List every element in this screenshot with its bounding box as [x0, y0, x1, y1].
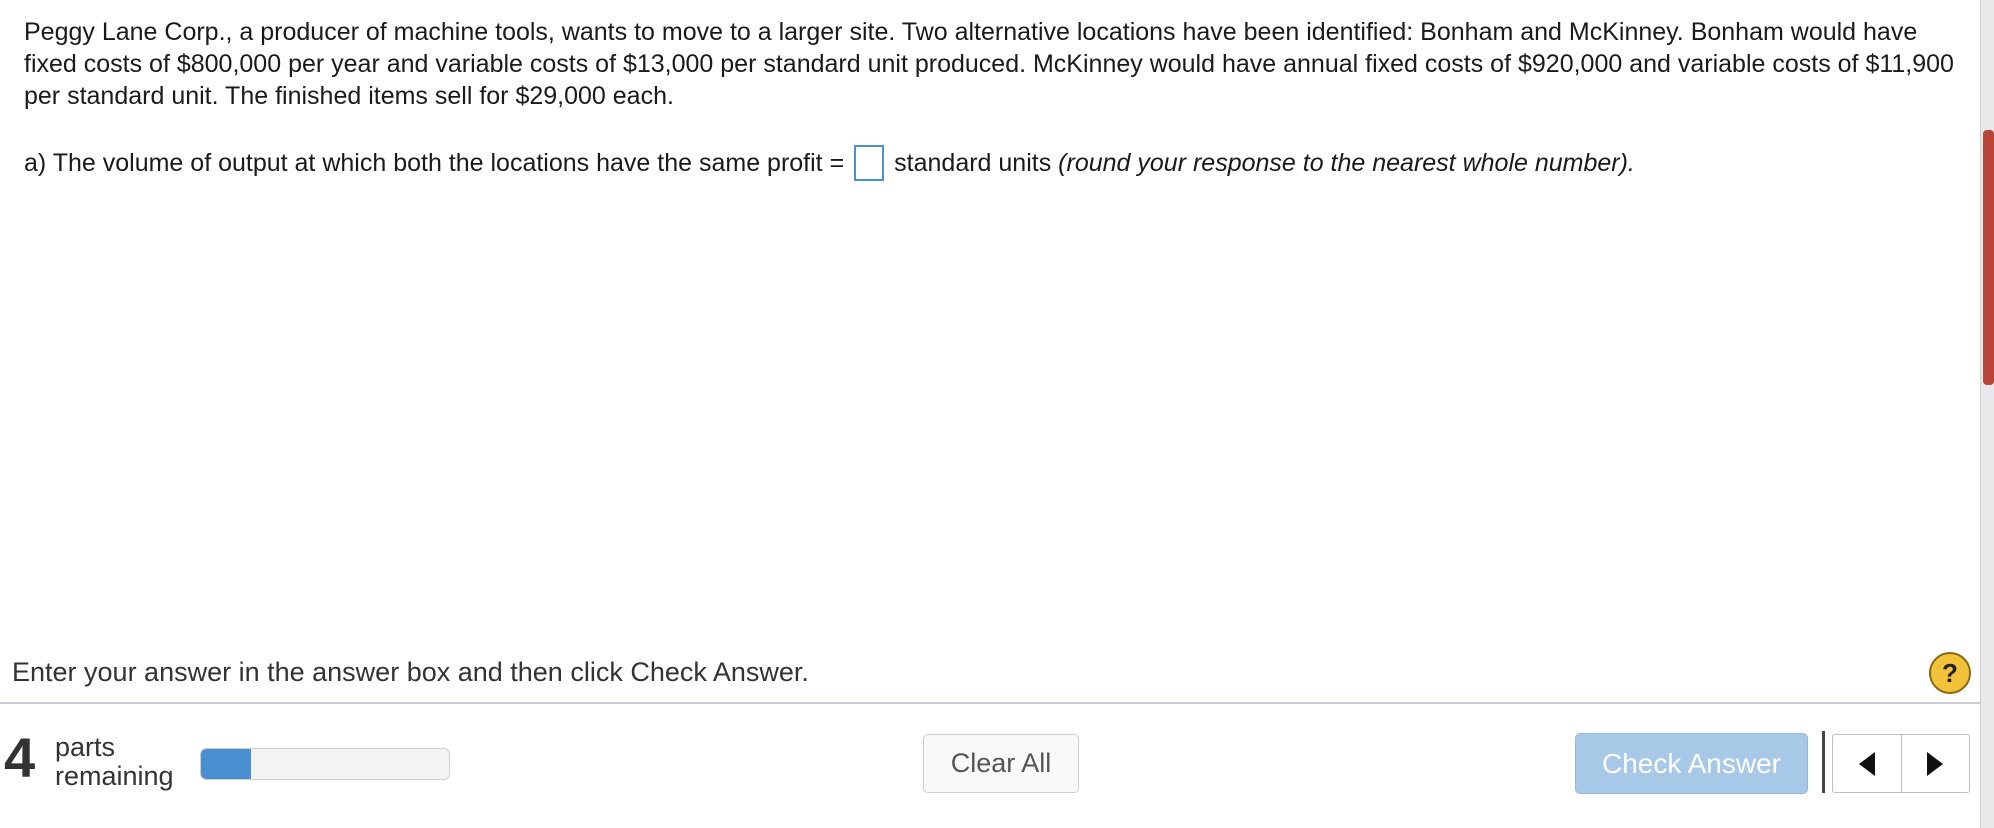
question-mark-icon: ?: [1942, 658, 1958, 688]
triangle-left-icon: [1858, 751, 1875, 776]
scrollbar-thumb[interactable]: [1983, 130, 1994, 385]
part-a-prefix: a) The volume of output at which both th…: [24, 149, 845, 177]
part-a-question: a) The volume of output at which both th…: [24, 145, 1635, 181]
check-answer-button[interactable]: Check Answer: [1575, 733, 1808, 794]
next-button[interactable]: [1900, 735, 1970, 792]
question-navigation: [1832, 734, 1970, 793]
window-scrollbar[interactable]: [1980, 0, 1994, 828]
footer-divider: [0, 702, 1982, 704]
progress-bar: [200, 748, 450, 780]
problem-statement: Peggy Lane Corp., a producer of machine …: [24, 18, 1954, 110]
question-area: Peggy Lane Corp., a producer of machine …: [0, 0, 1980, 690]
parts-remaining-label: parts remaining: [55, 733, 174, 791]
parts-label-line2: remaining: [55, 761, 174, 791]
help-button[interactable]: ?: [1929, 652, 1971, 694]
triangle-right-icon: [1927, 751, 1944, 776]
parts-remaining-count: 4: [4, 726, 36, 789]
parts-label-line1: parts: [55, 732, 116, 762]
instruction-text: Enter your answer in the answer box and …: [12, 657, 809, 687]
nav-separator: [1822, 731, 1825, 793]
previous-button[interactable]: [1833, 735, 1901, 792]
rounding-note: (round your response to the nearest whol…: [1058, 149, 1635, 177]
clear-all-button[interactable]: Clear All: [923, 734, 1079, 793]
answer-input[interactable]: [854, 145, 885, 181]
part-a-suffix: standard units: [894, 149, 1052, 177]
progress-fill: [201, 749, 251, 779]
